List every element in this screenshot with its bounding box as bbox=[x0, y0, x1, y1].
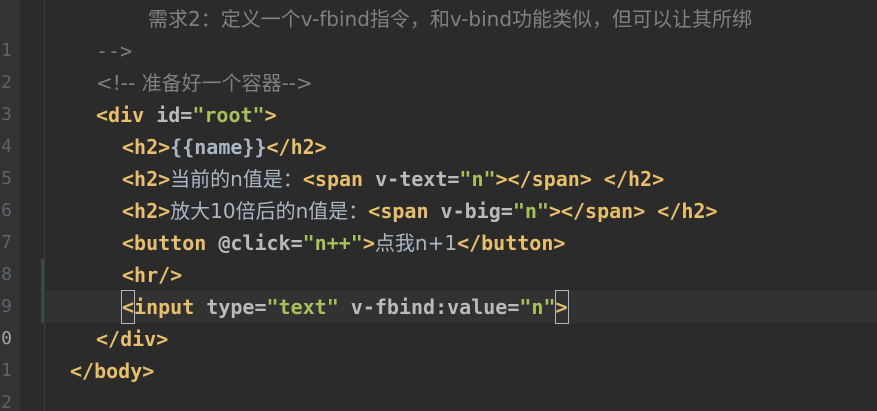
code-line-12[interactable]: 2 </body> bbox=[0, 355, 877, 411]
tag-token: <h2> bbox=[122, 135, 171, 159]
line-number-row-10: 0 bbox=[0, 291, 20, 349]
attr-token: v-text= bbox=[363, 167, 460, 191]
tag-token: </h2> bbox=[591, 167, 665, 191]
tag-token: ></span> bbox=[548, 199, 646, 223]
code-content: </body> bbox=[70, 355, 154, 387]
attr-token: @click= bbox=[206, 231, 303, 255]
code-line-2[interactable]: 2 --> bbox=[0, 35, 877, 93]
attr-token: type= bbox=[194, 295, 267, 319]
value-token: "n" bbox=[459, 167, 496, 191]
code-line-8[interactable]: 8 <button @click="n++">点我n+1</button> bbox=[0, 227, 877, 285]
tag-token: <span bbox=[302, 167, 364, 191]
code-line-6[interactable]: 6 <h2>当前的n值是：<span v-text="n"></span> </… bbox=[0, 163, 877, 221]
bracket-match-token: > bbox=[554, 290, 569, 324]
attr-token: id= bbox=[144, 103, 193, 127]
tag-token: <div bbox=[96, 103, 145, 127]
code-content: <!-- 准备好一个容器--> bbox=[96, 67, 313, 99]
tag-token: > bbox=[362, 231, 375, 255]
comment-text: --> bbox=[96, 39, 133, 63]
code-line-3[interactable]: 3 <!-- 准备好一个容器--> bbox=[0, 67, 877, 125]
code-line-11[interactable]: 1 </div> bbox=[0, 323, 877, 381]
text-token: 点我n+1 bbox=[374, 231, 458, 255]
code-content: </div> bbox=[96, 323, 168, 355]
bracket-match-token: < bbox=[120, 290, 136, 324]
attr-token: v-big= bbox=[428, 199, 513, 223]
code-line-4[interactable]: 4 <div id="root"> bbox=[0, 99, 877, 157]
vcs-change-marker bbox=[41, 291, 44, 323]
value-token: "n" bbox=[512, 199, 549, 223]
tag-token: <span bbox=[368, 199, 429, 223]
code-editor[interactable]: 1 需求2：定义一个v-fbind指令，和v-bind功能类似，但可以让其所绑 … bbox=[0, 0, 877, 411]
tag-token: <button bbox=[122, 231, 207, 255]
code-content: <button @click="n++">点我n+1</button> bbox=[122, 227, 565, 259]
tag-token: ></span> bbox=[495, 167, 592, 191]
tag-token: </button> bbox=[457, 231, 566, 255]
code-line-10-current[interactable]: <input type="text" v-fbind:value="n"> bbox=[46, 290, 877, 324]
code-line-5[interactable]: 5 <h2>{{name}}</h2> bbox=[0, 131, 877, 189]
tag-token: </body> bbox=[70, 359, 155, 383]
tag-token: <h2> bbox=[122, 167, 171, 191]
code-content: 需求2：定义一个v-fbind指令，和v-bind功能类似，但可以让其所绑 bbox=[148, 3, 752, 35]
value-token: "n" bbox=[519, 295, 556, 319]
code-content: <hr/> bbox=[122, 259, 182, 291]
code-content: <input type="text" v-fbind:value="n"> bbox=[120, 290, 569, 324]
code-content: --> bbox=[96, 35, 132, 67]
attr-token: v-fbind:value= bbox=[338, 295, 520, 319]
code-line-9[interactable]: 9 <hr/> bbox=[0, 259, 877, 317]
code-content: <h2>{{name}}</h2> bbox=[122, 131, 327, 163]
mustache-token: {{name}} bbox=[170, 135, 267, 159]
tag-token: </div> bbox=[96, 327, 169, 351]
comment-text: <!-- 准备好一个容器--> bbox=[96, 71, 313, 95]
value-token: "n++" bbox=[302, 231, 363, 255]
code-content: <h2>当前的n值是：<span v-text="n"></span> </h2… bbox=[122, 163, 664, 195]
tag-token: </h2> bbox=[266, 135, 327, 159]
line-number: 2 bbox=[1, 392, 12, 411]
value-token: "root" bbox=[192, 103, 265, 127]
tag-token: <hr/> bbox=[122, 263, 183, 287]
tag-token: > bbox=[264, 103, 277, 127]
code-line-1[interactable]: 1 需求2：定义一个v-fbind指令，和v-bind功能类似，但可以让其所绑 bbox=[0, 3, 877, 61]
code-line-7[interactable]: 7 <h2>放大10倍后的n值是：<span v-big="n"></span>… bbox=[0, 195, 877, 253]
value-token: "text" bbox=[266, 295, 339, 319]
text-token: 放大10倍后的n值是： bbox=[170, 199, 369, 223]
code-content: <div id="root"> bbox=[96, 99, 277, 131]
text-token: 当前的n值是： bbox=[170, 167, 303, 191]
code-content: <h2>放大10倍后的n值是：<span v-big="n"></span> <… bbox=[122, 195, 718, 227]
tag-token: </h2> bbox=[645, 199, 718, 223]
tag-token: <h2> bbox=[122, 199, 171, 223]
tag-token: input bbox=[134, 295, 195, 319]
comment-text: 需求2：定义一个v-fbind指令，和v-bind功能类似，但可以让其所绑 bbox=[148, 7, 753, 31]
